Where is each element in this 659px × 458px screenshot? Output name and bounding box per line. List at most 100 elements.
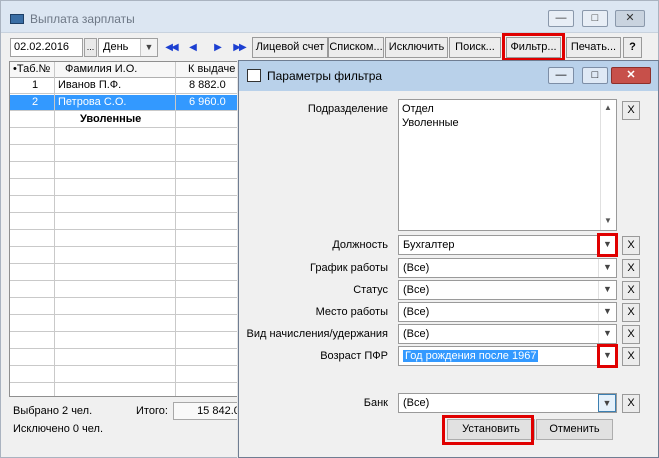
last-page-icon[interactable]: ▶▶ (229, 38, 249, 57)
search-button[interactable]: Поиск... (449, 37, 501, 58)
workplace-combo[interactable]: (Все) ▼ (398, 302, 617, 322)
status-combo[interactable]: (Все) ▼ (398, 280, 617, 300)
row-name: Иванов П.Ф. (58, 79, 122, 91)
grid-header: •Таб.№ Фамилия И.О. К выдаче (10, 62, 240, 78)
empty-row (10, 197, 240, 213)
total-label: Итого: (136, 405, 168, 417)
empty-row (10, 163, 240, 179)
department-clear-button[interactable]: X (622, 101, 640, 120)
dialog-maximize-button[interactable]: □ (582, 67, 608, 84)
dialog-minimize-button[interactable]: — (548, 67, 574, 84)
prev-page-icon[interactable]: ◀ (182, 38, 202, 57)
workplace-value: (Все) (403, 306, 430, 318)
apply-button-highlight (442, 415, 534, 445)
column-header-tab-number[interactable]: •Таб.№ (13, 63, 50, 75)
position-value: Бухгалтер (403, 239, 455, 251)
personal-account-button[interactable]: Лицевой счет (252, 37, 328, 58)
chevron-down-icon[interactable]: ▼ (598, 325, 616, 343)
date-picker-button[interactable]: ... (84, 38, 97, 57)
pension-age-clear-button[interactable]: X (622, 347, 640, 366)
schedule-label: График работы (310, 262, 388, 274)
status-clear-button[interactable]: X (622, 281, 640, 300)
exclude-button[interactable]: Исключить (385, 37, 448, 58)
column-header-amount[interactable]: К выдаче (188, 63, 235, 75)
minimize-button[interactable]: — (548, 10, 574, 27)
list-item[interactable]: Уволенные (402, 117, 459, 129)
next-page-icon[interactable]: ▶ (207, 38, 227, 57)
chevron-down-icon: ▼ (140, 39, 157, 56)
position-label: Должность (332, 239, 388, 251)
list-button[interactable]: Списком... (328, 37, 384, 58)
position-dropdown-highlight (597, 233, 618, 257)
bank-combo[interactable]: (Все) ▼ (398, 393, 617, 413)
empty-row (10, 129, 240, 145)
table-row[interactable]: 1 Иванов П.Ф. 8 882.0 (10, 78, 240, 94)
chevron-down-icon[interactable]: ▼ (598, 259, 616, 277)
chevron-down-icon[interactable]: ▼ (598, 394, 616, 412)
empty-row (10, 180, 240, 196)
period-select-value: День (103, 41, 129, 53)
bank-clear-button[interactable]: X (622, 394, 640, 413)
dialog-app-icon (247, 69, 261, 82)
workplace-label: Место работы (315, 306, 388, 318)
dialog-close-button[interactable]: ✕ (611, 67, 651, 84)
department-listbox[interactable]: Отдел Уволенные ▲ ▼ (398, 99, 617, 231)
empty-row (10, 350, 240, 366)
accrual-type-label: Вид начисления/удержания (246, 328, 389, 340)
workplace-clear-button[interactable]: X (622, 303, 640, 322)
row-name: Петрова С.О. (58, 96, 127, 108)
empty-row (10, 299, 240, 315)
dialog-title-bar: Параметры фильтра — □ ✕ (239, 61, 658, 91)
pension-age-value: Год рождения после 1967 (403, 350, 539, 362)
schedule-value: (Все) (403, 262, 430, 274)
row-tab-number: 2 (32, 96, 39, 108)
help-button[interactable]: ? (623, 37, 642, 58)
close-button[interactable]: ✕ (615, 10, 645, 27)
chevron-down-icon[interactable]: ▼ (598, 281, 616, 299)
schedule-clear-button[interactable]: X (622, 259, 640, 278)
scroll-up-icon[interactable]: ▲ (604, 103, 612, 112)
schedule-combo[interactable]: (Все) ▼ (398, 258, 617, 278)
period-select[interactable]: День ▼ (98, 38, 158, 57)
accrual-type-combo[interactable]: (Все) ▼ (398, 324, 617, 344)
scroll-down-icon[interactable]: ▼ (604, 216, 612, 225)
empty-row (10, 282, 240, 298)
column-header-name[interactable]: Фамилия И.О. (65, 63, 137, 75)
column-divider (54, 62, 55, 396)
group-label: Уволенные (80, 113, 142, 125)
status-value: (Все) (403, 284, 430, 296)
pension-age-combo[interactable]: Год рождения после 1967 ▼ (398, 346, 617, 366)
maximize-button[interactable]: □ (582, 10, 608, 27)
employee-grid[interactable]: •Таб.№ Фамилия И.О. К выдаче 1 Иванов П.… (9, 61, 241, 397)
chevron-down-icon[interactable]: ▼ (598, 303, 616, 321)
row-amount: 6 960.0 (189, 96, 226, 108)
cancel-button[interactable]: Отменить (536, 419, 613, 440)
main-footer: Выбрано 2 чел. Итого: 15 842.00 Исключен… (9, 401, 249, 441)
filter-dialog: Параметры фильтра — □ ✕ Подразделение От… (238, 60, 659, 458)
position-combo[interactable]: Бухгалтер ▼ (398, 235, 617, 255)
first-page-icon[interactable]: ◀◀ (161, 38, 181, 57)
accrual-type-value: (Все) (403, 328, 430, 340)
empty-row (10, 384, 240, 396)
column-divider (175, 62, 176, 396)
pension-age-label: Возраст ПФР (320, 350, 388, 362)
empty-row (10, 265, 240, 281)
listbox-scrollbar[interactable]: ▲ ▼ (600, 100, 616, 230)
empty-row (10, 231, 240, 247)
table-row[interactable]: 2 Петрова С.О. 6 960.0 (10, 95, 240, 111)
position-clear-button[interactable]: X (622, 236, 640, 255)
empty-row (10, 367, 240, 383)
accrual-type-clear-button[interactable]: X (622, 325, 640, 344)
empty-row (10, 214, 240, 230)
department-label: Подразделение (307, 103, 388, 115)
pension-age-dropdown-highlight (597, 344, 618, 368)
group-row[interactable]: Уволенные (10, 112, 240, 128)
empty-row (10, 248, 240, 264)
selected-count: Выбрано 2 чел. (13, 405, 93, 417)
filter-button-highlight (502, 33, 565, 61)
list-item[interactable]: Отдел (402, 103, 434, 115)
date-input[interactable]: 02.02.2016 (10, 38, 83, 57)
main-title-bar: Выплата зарплаты — □ ✕ (1, 1, 658, 33)
print-button[interactable]: Печать... (566, 37, 621, 58)
app-icon (10, 14, 24, 24)
